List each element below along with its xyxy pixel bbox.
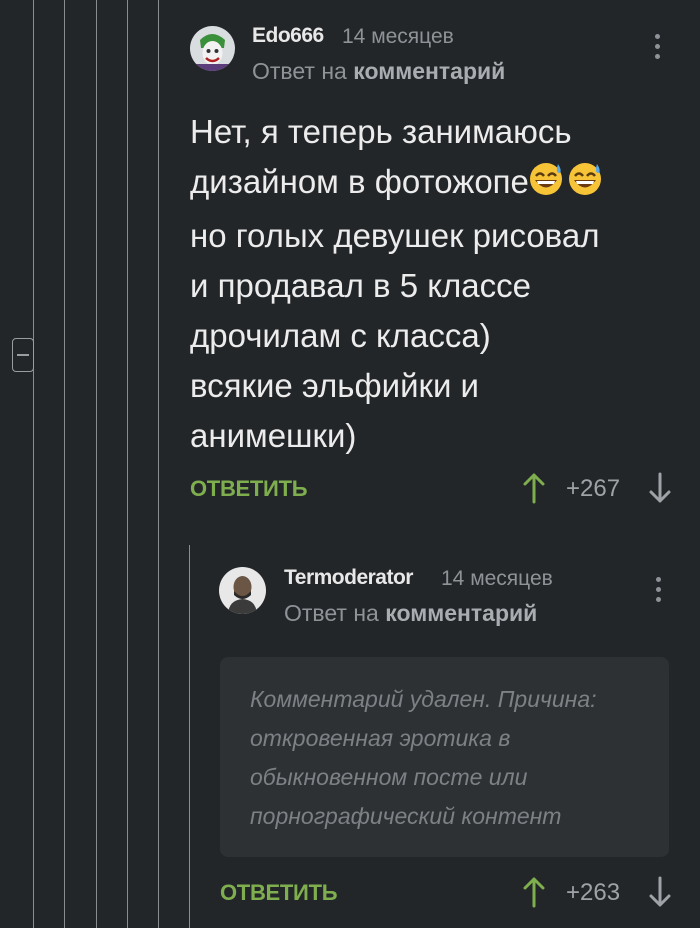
arrow-down-icon[interactable] (648, 876, 672, 913)
arrow-up-icon[interactable] (522, 472, 546, 509)
thread-line (33, 0, 34, 928)
avatar[interactable] (219, 567, 266, 614)
thread-line (127, 0, 128, 928)
comment-text-line: дизайном в фотожопе (190, 157, 603, 211)
comment-author[interactable]: Termoderator (284, 566, 413, 590)
more-options-icon[interactable] (656, 577, 662, 607)
thread-line (189, 545, 190, 928)
comment-text-line: и продавал в 5 классе (190, 267, 531, 304)
reply-to-prefix: Ответ на (284, 600, 379, 626)
avatar[interactable] (190, 26, 235, 71)
arrow-down-icon[interactable] (648, 472, 672, 509)
comment-time: 14 месяцев (441, 567, 553, 590)
comment-text-line: всякие эльфийки и (190, 367, 479, 404)
thread-line (158, 0, 159, 928)
thread-line (96, 0, 97, 928)
comment-time: 14 месяцев (342, 25, 454, 48)
reply-button[interactable]: ОТВЕТИТЬ (220, 880, 338, 906)
thread-line (64, 0, 65, 928)
comment-author[interactable]: Edo666 (252, 24, 324, 48)
deleted-notice-line: порнографический контент (250, 803, 562, 829)
deleted-notice-line: обыкновенном посте или (250, 764, 528, 790)
rating-value: +263 (566, 879, 621, 906)
grinning-sweat-emoji-icon (529, 161, 603, 211)
reply-to-prefix: Ответ на (252, 58, 347, 84)
deleted-notice-line: откровенная эротика в (250, 725, 511, 751)
deleted-comment-notice: Комментарий удален. Причина: откровенная… (250, 680, 660, 836)
comment-text-line: анимешки) (190, 417, 357, 454)
reply-to-line: Ответ на комментарий (284, 600, 537, 627)
rating-value: +267 (566, 475, 621, 502)
arrow-up-icon[interactable] (522, 876, 546, 913)
reply-to-link[interactable]: комментарий (353, 58, 505, 84)
comment-text: Нет, я теперь занимаюсь дизайном в фотож… (190, 107, 603, 461)
comment-text-line: дрочилам с класса) (190, 317, 491, 354)
collapse-thread-button[interactable] (12, 338, 34, 372)
comment-text-line: но голых девушек рисовал (190, 217, 600, 254)
reply-button[interactable]: ОТВЕТИТЬ (190, 476, 308, 502)
reply-to-link[interactable]: комментарий (385, 600, 537, 626)
more-options-icon[interactable] (655, 34, 661, 64)
comment-text-line: Нет, я теперь занимаюсь (190, 113, 572, 150)
deleted-notice-line: Комментарий удален. Причина: (250, 686, 597, 712)
reply-to-line: Ответ на комментарий (252, 58, 505, 85)
